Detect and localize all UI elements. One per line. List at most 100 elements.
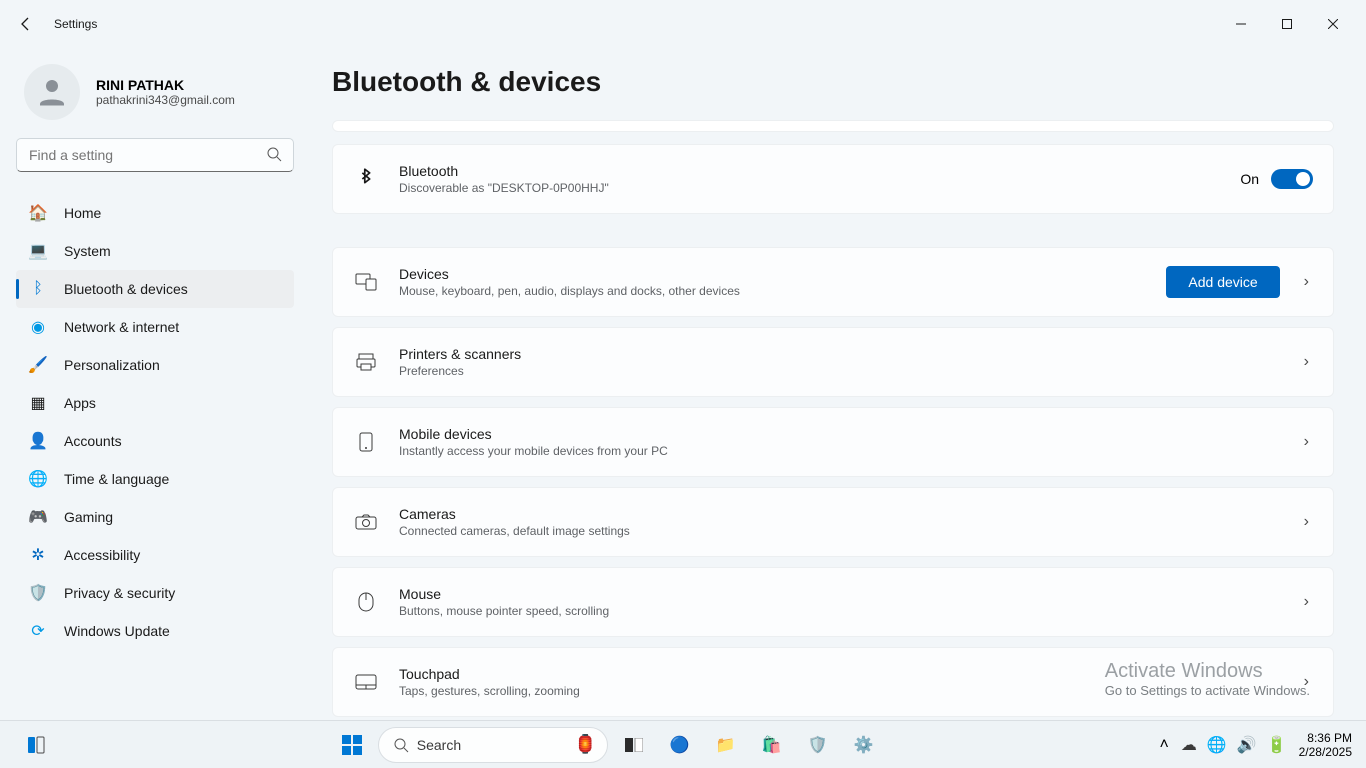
page-title: Bluetooth & devices [332, 66, 1334, 98]
cameras-row[interactable]: Cameras Connected cameras, default image… [333, 488, 1333, 556]
cameras-card: Cameras Connected cameras, default image… [332, 487, 1334, 557]
arrow-left-icon [18, 16, 34, 32]
touchpad-row[interactable]: Touchpad Taps, gestures, scrolling, zoom… [333, 648, 1333, 716]
clock-globe-icon: 🌐 [28, 469, 48, 489]
search-input[interactable] [16, 138, 294, 172]
taskbar-clock[interactable]: 8:36 PM 2/28/2025 [1299, 731, 1352, 759]
sidebar-item-windows-update[interactable]: ⟳Windows Update [16, 612, 294, 650]
task-view-button[interactable] [614, 725, 654, 765]
devices-title: Devices [399, 266, 1146, 282]
taskbar-app-store[interactable]: 🛍️ [752, 725, 792, 765]
chevron-right-icon: › [1300, 513, 1313, 531]
system-icon: 💻 [28, 241, 48, 261]
accounts-icon: 👤 [28, 431, 48, 451]
start-button[interactable] [332, 725, 372, 765]
mobile-devices-card: Mobile devices Instantly access your mob… [332, 407, 1334, 477]
printer-icon [353, 353, 379, 371]
sidebar-item-gaming[interactable]: 🎮Gaming [16, 498, 294, 536]
avatar [24, 64, 80, 120]
mobile-devices-row[interactable]: Mobile devices Instantly access your mob… [333, 408, 1333, 476]
devices-icon [353, 273, 379, 291]
chevron-right-icon: › [1300, 593, 1313, 611]
taskbar-app-security[interactable]: 🛡️ [798, 725, 838, 765]
taskbar-app-explorer[interactable]: 📁 [706, 725, 746, 765]
chevron-right-icon: › [1300, 673, 1313, 691]
bluetooth-state-label: On [1240, 171, 1259, 187]
close-button[interactable] [1310, 8, 1356, 40]
mouse-icon [353, 592, 379, 612]
home-icon: 🏠 [28, 203, 48, 223]
profile-block[interactable]: RINI PATHAK pathakrini343@gmail.com [24, 64, 294, 120]
user-email: pathakrini343@gmail.com [96, 93, 235, 107]
chevron-right-icon: › [1300, 273, 1313, 291]
clock-date: 2/28/2025 [1299, 745, 1352, 759]
onedrive-icon: ☁ [1181, 735, 1197, 755]
battery-icon: 🔋 [1267, 735, 1287, 755]
bluetooth-icon [353, 168, 379, 190]
content: Bluetooth & devices Bluetooth Discoverab… [310, 48, 1366, 720]
bluetooth-toggle-card: Bluetooth Discoverable as "DESKTOP-0P00H… [332, 144, 1334, 214]
sidebar-item-label: Home [64, 205, 101, 221]
sidebar-item-label: Accessibility [64, 547, 140, 563]
devices-card: Devices Mouse, keyboard, pen, audio, dis… [332, 247, 1334, 317]
printers-scanners-row[interactable]: Printers & scanners Preferences › [333, 328, 1333, 396]
search-icon [393, 737, 409, 753]
accessibility-icon: ✲ [28, 545, 48, 565]
network-icon: 🌐 [1207, 735, 1227, 755]
back-button[interactable] [10, 8, 42, 40]
sidebar-item-label: Privacy & security [64, 585, 175, 601]
search-field [16, 138, 294, 172]
row-description: Connected cameras, default image setting… [399, 524, 1280, 538]
taskbar-app-edge[interactable]: 🔵 [660, 725, 700, 765]
row-title: Cameras [399, 506, 1280, 522]
taskbar-search-placeholder: Search [417, 737, 461, 753]
chevron-right-icon: › [1300, 353, 1313, 371]
add-device-button[interactable]: Add device [1166, 266, 1279, 298]
sidebar-nav: 🏠 Home 💻 System ᛒBluetooth & devices ◉Netw… [16, 194, 294, 650]
tray-overflow[interactable]: ˄ [1160, 736, 1169, 754]
bluetooth-description: Discoverable as "DESKTOP-0P00HHJ" [399, 181, 1220, 195]
touchpad-icon [353, 674, 379, 690]
maximize-button[interactable] [1264, 8, 1310, 40]
sidebar-item-time-language[interactable]: 🌐Time & language [16, 460, 294, 498]
search-icon [266, 146, 282, 167]
sidebar-item-label: Apps [64, 395, 96, 411]
update-icon: ⟳ [28, 621, 48, 641]
sidebar-item-label: Network & internet [64, 319, 179, 335]
sidebar-item-network[interactable]: ◉Network & internet [16, 308, 294, 346]
devices-row[interactable]: Devices Mouse, keyboard, pen, audio, dis… [333, 248, 1333, 316]
sidebar-item-privacy-security[interactable]: 🛡️Privacy & security [16, 574, 294, 612]
mouse-card: Mouse Buttons, mouse pointer speed, scro… [332, 567, 1334, 637]
sidebar: RINI PATHAK pathakrini343@gmail.com 🏠 Hom… [0, 48, 310, 720]
sidebar-item-label: Personalization [64, 357, 160, 373]
bluetooth-toggle[interactable] [1271, 169, 1313, 189]
sidebar-item-label: System [64, 243, 111, 259]
camera-icon [353, 514, 379, 530]
row-title: Mobile devices [399, 426, 1280, 442]
printers-scanners-card: Printers & scanners Preferences › [332, 327, 1334, 397]
taskbar-search[interactable]: Search 🏮 [378, 727, 608, 763]
mouse-row[interactable]: Mouse Buttons, mouse pointer speed, scro… [333, 568, 1333, 636]
apps-icon: ▦ [28, 393, 48, 413]
sidebar-item-bluetooth-devices[interactable]: ᛒBluetooth & devices [16, 270, 294, 308]
sidebar-item-home[interactable]: 🏠 Home [16, 194, 294, 232]
row-title: Printers & scanners [399, 346, 1280, 362]
row-title: Mouse [399, 586, 1280, 602]
window-title: Settings [54, 17, 97, 31]
row-title: Touchpad [399, 666, 1280, 682]
user-name: RINI PATHAK [96, 77, 235, 93]
system-tray[interactable]: ☁ 🌐 🔊 🔋 [1181, 735, 1287, 755]
chevron-right-icon: › [1300, 433, 1313, 451]
phone-icon [353, 432, 379, 452]
sidebar-item-accessibility[interactable]: ✲ Accessibility [16, 536, 294, 574]
row-description: Instantly access your mobile devices fro… [399, 444, 1280, 458]
sidebar-item-accounts[interactable]: 👤 Accounts [16, 422, 294, 460]
widgets-button[interactable] [16, 725, 56, 765]
sidebar-item-system[interactable]: 💻 System [16, 232, 294, 270]
sidebar-item-apps[interactable]: ▦ Apps [16, 384, 294, 422]
sidebar-item-label: Accounts [64, 433, 122, 449]
clock-time: 8:36 PM [1299, 731, 1352, 745]
sidebar-item-personalization[interactable]: 🖌️Personalization [16, 346, 294, 384]
minimize-button[interactable] [1218, 8, 1264, 40]
taskbar-app-settings[interactable]: ⚙️ [844, 725, 884, 765]
